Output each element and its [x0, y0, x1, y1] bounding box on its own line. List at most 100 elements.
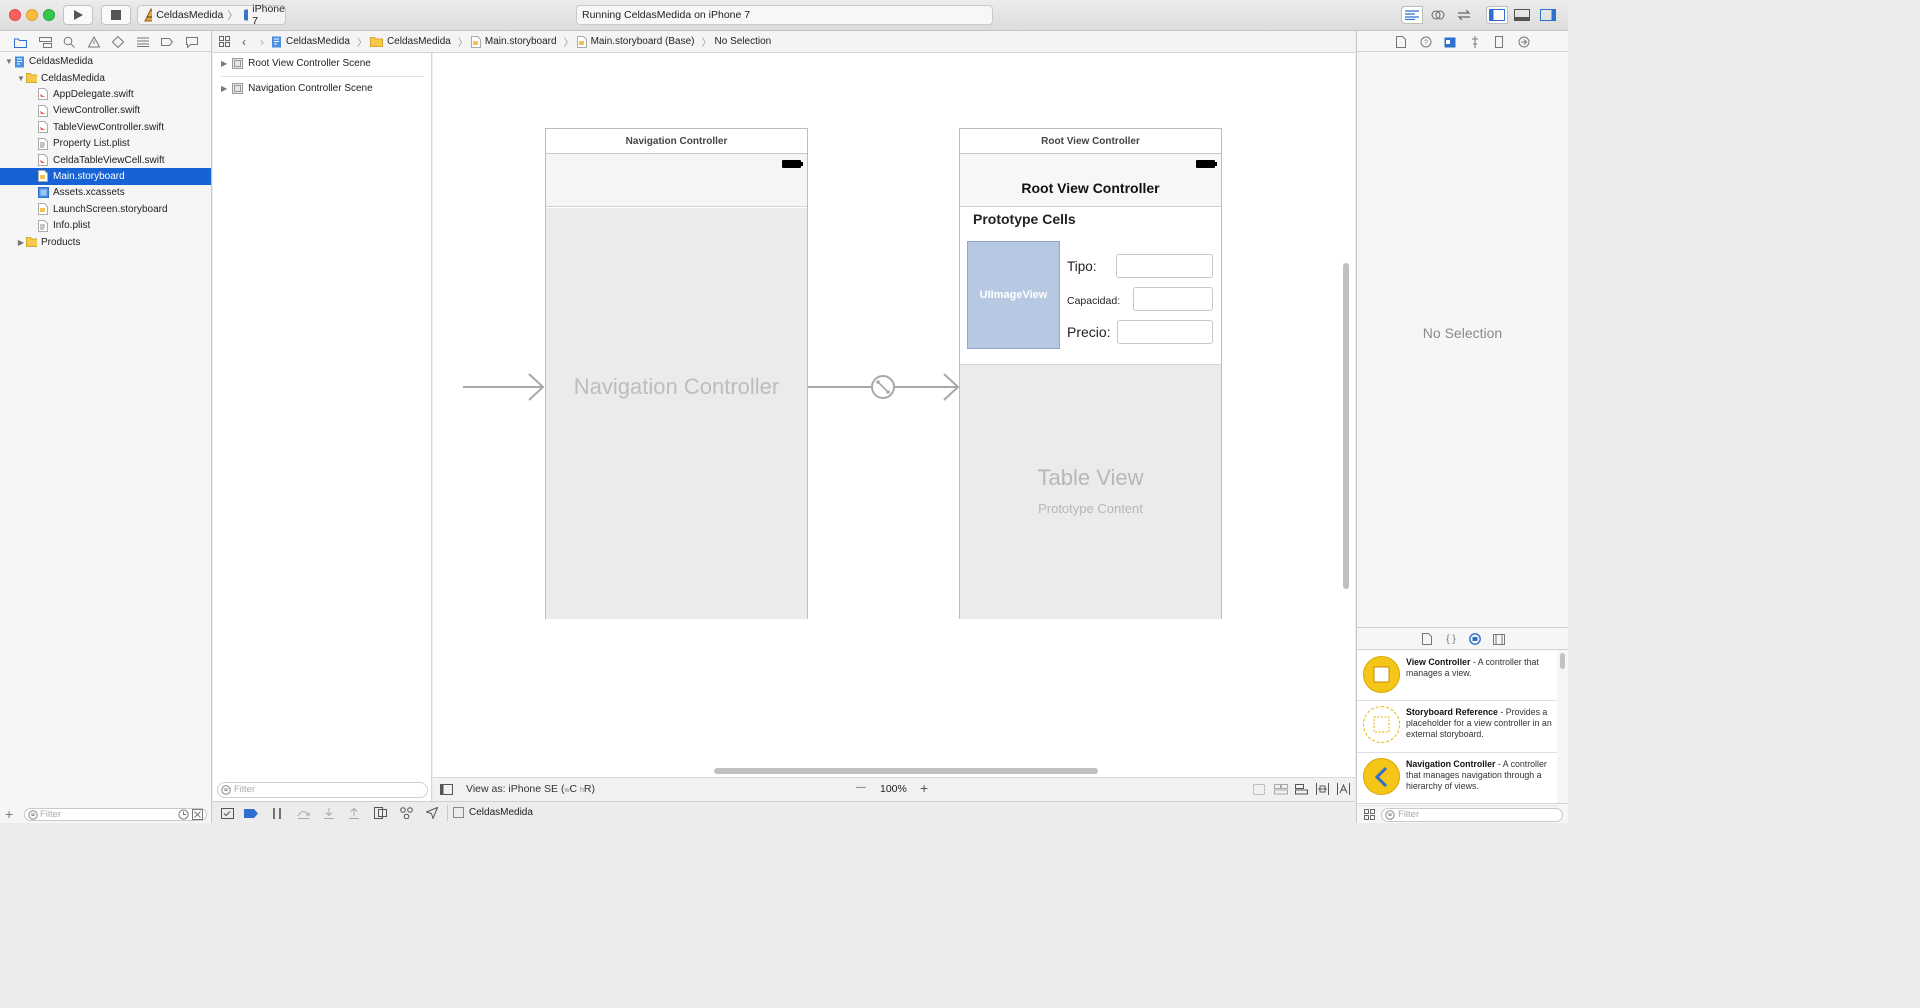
file-tree-item[interactable]: ▼ CeldasMedida	[0, 54, 211, 70]
initial-view-controller-arrow[interactable]	[463, 373, 547, 401]
disclosure-triangle-icon[interactable]: ▼	[4, 57, 14, 66]
file-tree-item[interactable]: ▼ CeldasMedida	[0, 70, 211, 86]
file-tree-item[interactable]: TableViewController.swift	[0, 119, 211, 135]
file-inspector-tab[interactable]	[1394, 35, 1408, 49]
file-tree-item[interactable]: Main.storyboard	[0, 168, 211, 185]
navigation-bar[interactable]	[546, 154, 807, 207]
step-over-button[interactable]	[296, 807, 310, 819]
stop-button[interactable]	[101, 5, 131, 25]
library-item-navigation-controller[interactable]: Navigation Controller - A controller tha…	[1357, 753, 1557, 806]
storyboard-canvas[interactable]: Navigation Controller Navigation Control…	[433, 53, 1355, 777]
object-library-tab[interactable]	[1468, 632, 1482, 646]
identity-inspector-tab[interactable]	[1443, 35, 1457, 49]
outline-scene-row[interactable]: ▶ Navigation Controller Scene	[221, 83, 373, 94]
align-icon[interactable]	[1295, 784, 1308, 795]
pause-button[interactable]	[270, 807, 284, 819]
attributes-inspector-tab[interactable]	[1468, 35, 1482, 49]
breadcrumb-file[interactable]: Main.storyboard	[470, 35, 561, 48]
vertical-scrollbar[interactable]	[1343, 263, 1349, 589]
quick-help-tab[interactable]: ?	[1419, 35, 1433, 49]
navigation-controller-scene[interactable]: Navigation Controller Navigation Control…	[545, 128, 808, 619]
file-tree-item[interactable]: Property List.plist	[0, 136, 211, 152]
table-view[interactable]: Table View Prototype Content	[960, 364, 1221, 619]
assistant-editor-button[interactable]	[1427, 6, 1449, 24]
navigation-bar[interactable]: Root View Controller	[960, 154, 1221, 207]
test-navigator-tab[interactable]	[111, 35, 125, 49]
recent-files-clock-icon[interactable]	[178, 809, 189, 820]
horizontal-scrollbar[interactable]	[714, 768, 1098, 774]
precio-text-field[interactable]	[1117, 320, 1213, 344]
breadcrumb-group[interactable]: CeldasMedida	[369, 36, 455, 47]
symbol-navigator-tab[interactable]	[38, 35, 52, 49]
prototype-cell[interactable]: UIImageView Tipo: Capacidad: Precio:	[960, 232, 1221, 365]
image-view[interactable]: UIImageView	[967, 241, 1060, 349]
zoom-window-button[interactable]	[43, 9, 55, 21]
standard-editor-button[interactable]	[1401, 6, 1423, 24]
pin-constraints-icon[interactable]	[1316, 783, 1329, 795]
scene-title-bar[interactable]: Root View Controller	[960, 129, 1221, 154]
file-tree-item[interactable]: ViewController.swift	[0, 103, 211, 119]
stack-view-icon[interactable]	[1274, 784, 1288, 795]
file-template-library-tab[interactable]	[1420, 632, 1434, 646]
outline-scene-row[interactable]: ▶ Root View Controller Scene	[221, 58, 371, 69]
resolve-auto-layout-icon[interactable]	[1337, 783, 1350, 795]
tipo-text-field[interactable]	[1116, 254, 1213, 278]
toggle-navigator-button[interactable]	[1486, 6, 1508, 24]
grid-view-icon[interactable]	[1364, 809, 1375, 820]
memory-graph-button[interactable]	[399, 807, 413, 819]
view-as-selector[interactable]: View as: iPhone SE (wC hR)	[466, 783, 595, 795]
capacidad-text-field[interactable]	[1133, 287, 1213, 311]
disclosure-triangle-icon[interactable]: ▼	[16, 74, 26, 83]
view-debugger-button[interactable]	[373, 807, 387, 819]
outline-filter-input[interactable]: Filter	[217, 782, 428, 798]
zoom-in-button[interactable]: +	[920, 780, 928, 796]
forward-button[interactable]: ›	[253, 35, 271, 49]
library-item-storyboard-reference[interactable]: Storyboard Reference - Provides a placeh…	[1357, 701, 1557, 753]
file-tree-item[interactable]: Assets.xcassets	[0, 185, 211, 201]
breadcrumb-localization[interactable]: Main.storyboard (Base)	[576, 35, 699, 48]
add-file-button[interactable]: +	[5, 807, 19, 821]
project-navigator-tab[interactable]	[13, 35, 27, 49]
file-tree-item[interactable]: LaunchScreen.storyboard	[0, 201, 211, 217]
debug-navigator-tab[interactable]	[136, 35, 150, 49]
step-out-button[interactable]	[347, 807, 361, 819]
code-snippet-library-tab[interactable]: { }	[1444, 632, 1458, 646]
breakpoints-toggle-button[interactable]	[244, 807, 258, 819]
step-into-button[interactable]	[322, 807, 336, 819]
library-item-view-controller[interactable]: View Controller - A controller that mana…	[1357, 651, 1557, 701]
simulate-location-button[interactable]	[425, 807, 439, 819]
scheme-selector[interactable]: CeldasMedida 〉 iPhone 7	[137, 3, 286, 27]
issue-navigator-tab[interactable]	[87, 35, 101, 49]
run-button[interactable]	[63, 5, 93, 25]
toggle-utilities-button[interactable]	[1537, 6, 1559, 24]
disclosure-triangle-icon[interactable]: ▶	[221, 84, 227, 93]
root-view-controller-scene[interactable]: Root View Controller Root View Controlle…	[959, 128, 1222, 619]
minimize-window-button[interactable]	[26, 9, 38, 21]
file-tree-item[interactable]: CeldaTableViewCell.swift	[0, 152, 211, 168]
disclosure-triangle-icon[interactable]: ▶	[16, 238, 26, 247]
back-button[interactable]: ‹	[235, 35, 253, 49]
zoom-out-button[interactable]: —	[856, 782, 866, 793]
toggle-debug-area-button[interactable]	[1511, 6, 1533, 24]
library-scrollbar[interactable]	[1560, 653, 1565, 669]
breakpoint-navigator-tab[interactable]	[160, 35, 174, 49]
embed-in-stack-icon[interactable]	[1253, 784, 1265, 795]
size-inspector-tab[interactable]	[1492, 35, 1506, 49]
library-filter-input[interactable]: Filter	[1381, 808, 1563, 822]
file-tree-item[interactable]: ▶ Products	[0, 234, 211, 250]
close-window-button[interactable]	[9, 9, 21, 21]
breadcrumb-project[interactable]: CeldasMedida	[271, 36, 354, 48]
file-tree-item[interactable]: Info.plist	[0, 218, 211, 234]
breadcrumb-selection[interactable]: No Selection	[715, 36, 776, 47]
version-editor-button[interactable]	[1453, 6, 1475, 24]
hide-debug-area-button[interactable]	[220, 807, 234, 819]
related-items-button[interactable]	[213, 36, 235, 47]
scene-title-bar[interactable]: Navigation Controller	[546, 129, 807, 154]
connections-inspector-tab[interactable]	[1517, 35, 1531, 49]
media-library-tab[interactable]	[1492, 632, 1506, 646]
debug-target-selector[interactable]: CeldasMedida	[453, 807, 533, 818]
zoom-level[interactable]: 100%	[880, 783, 907, 795]
file-tree-item[interactable]: AppDelegate.swift	[0, 86, 211, 102]
source-control-filter-icon[interactable]	[192, 809, 203, 820]
toggle-outline-icon[interactable]	[440, 784, 453, 795]
